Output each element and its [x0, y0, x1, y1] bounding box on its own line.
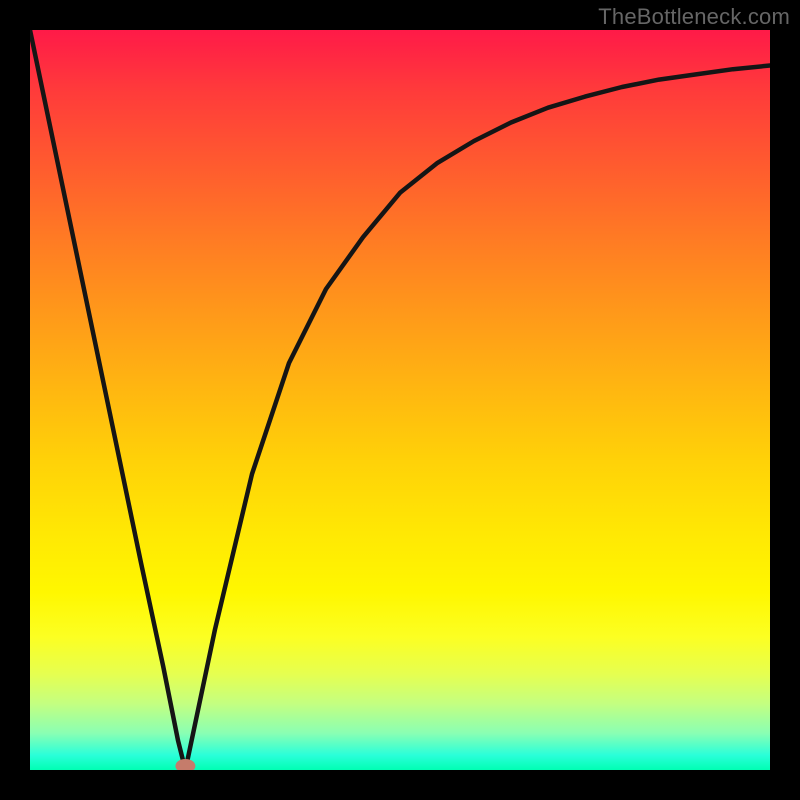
attribution-text: TheBottleneck.com: [598, 4, 790, 30]
curve-svg: [30, 30, 770, 770]
minimum-marker: [175, 759, 195, 770]
plot-area: [30, 30, 770, 770]
chart-frame: TheBottleneck.com: [0, 0, 800, 800]
bottleneck-curve: [30, 30, 770, 770]
